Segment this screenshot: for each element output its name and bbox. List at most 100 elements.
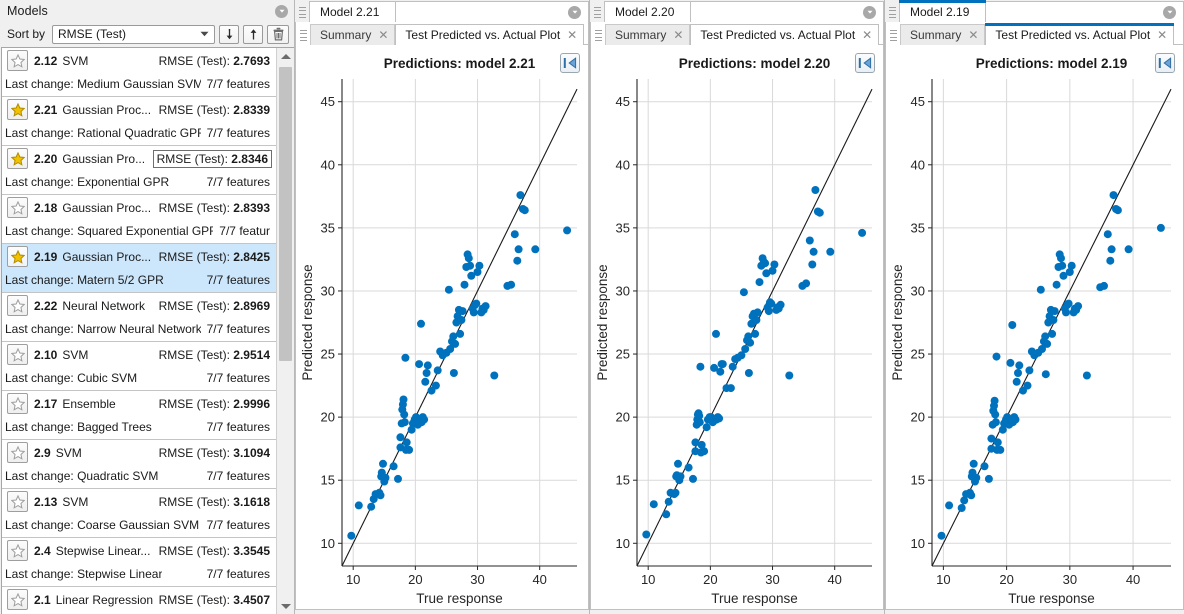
- document-tab[interactable]: Model 2.21: [309, 1, 397, 22]
- svg-text:25: 25: [616, 347, 630, 362]
- model-favorite-star[interactable]: [7, 540, 28, 561]
- scrollbar-thumb[interactable]: [279, 67, 292, 361]
- close-icon[interactable]: ✕: [968, 29, 978, 41]
- sort-descending-button[interactable]: [243, 24, 263, 44]
- drag-handle-icon[interactable]: [299, 5, 306, 20]
- close-icon[interactable]: ✕: [567, 29, 577, 41]
- model-favorite-star[interactable]: [7, 589, 28, 610]
- model-number: 2.9: [34, 445, 51, 460]
- sort-by-dropdown[interactable]: RMSE (Test): [52, 24, 215, 44]
- model-type: Gaussian Proc...: [62, 200, 152, 215]
- subtab-summary[interactable]: Summary ✕: [900, 24, 986, 45]
- model-row-bottom: Last change: Stepwise Linear 7/7 features: [2, 563, 276, 585]
- models-list-container: 2.12 SVM RMSE (Test): 2.7693 Last change: M…: [1, 47, 294, 614]
- model-favorite-star[interactable]: [7, 344, 28, 365]
- document-tabbar: Model 2.21: [295, 0, 589, 22]
- last-change-value: Exponential GPR: [77, 175, 170, 189]
- model-metric-value: 3.1618: [233, 494, 270, 509]
- panel-bottom-strip: [295, 610, 589, 614]
- model-favorite-star[interactable]: [7, 491, 28, 512]
- drag-handle-icon[interactable]: [889, 5, 896, 20]
- model-row-bottom: Last change: Exponential GPR 7/7 features: [2, 171, 276, 193]
- model-list-item[interactable]: 2.17 Ensemble RMSE (Test): 2.9996 Last chan…: [2, 391, 276, 440]
- chevron-down-circle-icon[interactable]: [275, 4, 288, 18]
- model-list-item[interactable]: 2.1 Linear Regression RMSE (Test): 3.4507L…: [2, 587, 276, 614]
- drag-handle-icon[interactable]: [594, 5, 601, 20]
- star-outline-icon: [10, 445, 25, 460]
- model-list-item[interactable]: 2.13 SVM RMSE (Test): 3.1618 Last change: C…: [2, 489, 276, 538]
- model-list-item[interactable]: 2.21 Gaussian Proc... RMSE (Test): 2.8339 L…: [2, 97, 276, 146]
- subtab-summary[interactable]: Summary ✕: [605, 24, 691, 45]
- model-favorite-star[interactable]: [7, 295, 28, 316]
- collapse-left-icon[interactable]: [1155, 53, 1175, 73]
- close-icon[interactable]: ✕: [1157, 29, 1167, 41]
- close-icon[interactable]: ✕: [378, 29, 388, 41]
- chevron-down-circle-icon[interactable]: [568, 5, 581, 19]
- model-favorite-star[interactable]: [7, 99, 28, 120]
- model-list-item[interactable]: 2.9 SVM RMSE (Test): 3.1094 Last change: Qu…: [2, 440, 276, 489]
- model-features: 7/7 features: [206, 469, 270, 483]
- subtab-plot[interactable]: Test Predicted vs. Actual Plot ✕: [395, 24, 585, 45]
- model-list-item[interactable]: 2.20 Gaussian Pro... RMSE (Test): 2.8346 La…: [2, 146, 276, 195]
- model-favorite-star[interactable]: [7, 148, 28, 169]
- subtab-plot[interactable]: Test Predicted vs. Actual Plot ✕: [690, 24, 880, 45]
- model-favorite-star[interactable]: [7, 442, 28, 463]
- scroll-up-arrow-icon[interactable]: [277, 48, 294, 64]
- svg-text:40: 40: [532, 572, 546, 587]
- drag-handle-icon[interactable]: [300, 28, 307, 43]
- chevron-down-circle-icon[interactable]: [863, 5, 876, 19]
- model-row-bottom: Last change: Cubic SVM 7/7 features: [2, 367, 276, 389]
- models-list-scrollbar[interactable]: [276, 48, 294, 614]
- model-metric-label: RMSE (Test):: [158, 200, 230, 215]
- model-features: 7/7 featur: [219, 224, 270, 238]
- scrollbar-track[interactable]: [277, 64, 294, 598]
- svg-text:20: 20: [616, 410, 630, 425]
- close-icon[interactable]: ✕: [673, 29, 683, 41]
- model-last-change: Last change: Bagged Trees: [5, 420, 152, 434]
- model-last-change: Last change: Quadratic SVM: [5, 469, 158, 483]
- collapse-left-icon[interactable]: [560, 53, 580, 73]
- model-list-item[interactable]: 2.22 Neural Network RMSE (Test): 2.8969 Las…: [2, 293, 276, 342]
- model-number: 2.18: [34, 200, 58, 215]
- model-features: 7/7 features: [206, 420, 270, 434]
- models-list[interactable]: 2.12 SVM RMSE (Test): 2.7693 Last change: M…: [2, 48, 276, 614]
- model-list-item[interactable]: 2.4 Stepwise Linear... RMSE (Test): 3.3545…: [2, 538, 276, 587]
- model-list-item[interactable]: 2.12 SVM RMSE (Test): 2.7693 Last change: M…: [2, 48, 276, 97]
- last-change-value: Rational Quadratic GPR: [77, 126, 201, 140]
- sort-ascending-button[interactable]: [219, 24, 239, 44]
- subtab-summary[interactable]: Summary ✕: [310, 24, 396, 45]
- drag-handle-icon[interactable]: [595, 28, 602, 43]
- collapse-left-icon[interactable]: [855, 53, 875, 73]
- model-last-change: Last change: Matern 5/2 GPR: [5, 273, 164, 287]
- chevron-down-icon: [196, 31, 212, 37]
- model-row-bottom: Last change: Squared Exponential GPR 7/7 …: [2, 220, 276, 242]
- document-tabbar-rest: [396, 1, 589, 22]
- chart-ylabel: Predicted response: [300, 264, 315, 380]
- model-list-item[interactable]: 2.10 SVM RMSE (Test): 2.9514 Last change: C…: [2, 342, 276, 391]
- drag-handle-icon[interactable]: [890, 28, 897, 43]
- model-list-item[interactable]: 2.18 Gaussian Proc... RMSE (Test): 2.8393 L…: [2, 195, 276, 244]
- chevron-down-circle-icon[interactable]: [1163, 5, 1176, 19]
- model-favorite-star[interactable]: [7, 393, 28, 414]
- star-outline-icon: [10, 494, 25, 509]
- subtab-plot[interactable]: Test Predicted vs. Actual Plot ✕: [985, 23, 1175, 45]
- model-metric: RMSE (Test): 2.8346: [152, 149, 272, 168]
- model-favorite-star[interactable]: [7, 246, 28, 267]
- svg-text:20: 20: [321, 410, 335, 425]
- model-favorite-star[interactable]: [7, 50, 28, 71]
- svg-text:20: 20: [999, 572, 1013, 587]
- delete-model-button[interactable]: [267, 24, 289, 44]
- document-tab[interactable]: Model 2.20: [604, 1, 692, 22]
- document-tab-label: Model 2.19: [910, 5, 970, 19]
- model-last-change: Last change: Squared Exponential GPR: [5, 224, 213, 238]
- model-metric-value: 2.8346: [231, 151, 268, 166]
- predicted-vs-actual-chart: 10 15 20 25 30 35 40 45 10 20 30 40 Predictions: mod…: [886, 45, 1183, 609]
- scroll-down-arrow-icon[interactable]: [277, 598, 294, 614]
- model-list-item[interactable]: 2.19 Gaussian Proc... RMSE (Test): 2.8425 L…: [2, 244, 276, 293]
- model-number: 2.21: [34, 102, 58, 117]
- model-favorite-star[interactable]: [7, 197, 28, 218]
- model-metric: RMSE (Test): 2.8339: [159, 103, 270, 117]
- subtab-label: Test Predicted vs. Actual Plot: [405, 28, 561, 42]
- document-tab[interactable]: Model 2.19: [899, 0, 987, 22]
- close-icon[interactable]: ✕: [862, 29, 872, 41]
